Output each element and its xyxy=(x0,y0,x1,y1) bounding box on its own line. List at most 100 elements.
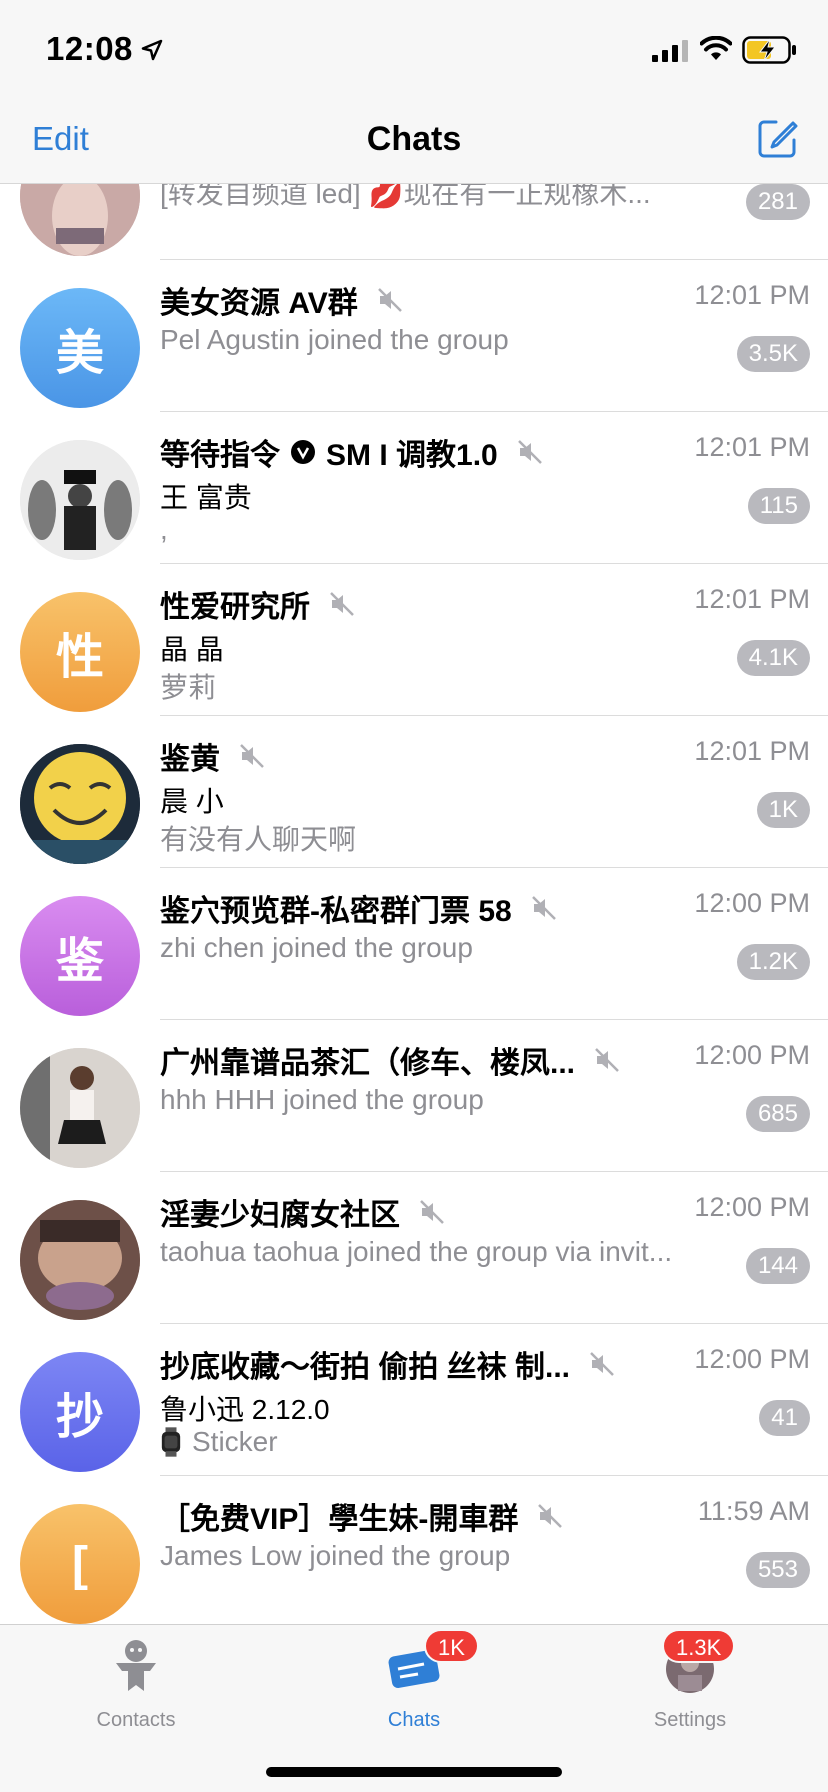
avatar-letter: 鉴 xyxy=(55,935,104,988)
chat-preview: hhh HHH joined the group xyxy=(160,1084,484,1115)
chat-title: 鉴穴预览群-私密群门票 58 xyxy=(160,886,558,930)
avatar xyxy=(20,744,140,864)
avatar: 鉴 xyxy=(20,896,140,1016)
tab-label: Contacts xyxy=(96,1709,176,1731)
tab-icon-wrap: 1K xyxy=(384,1629,479,1697)
avatar-photo-icon xyxy=(20,184,140,256)
status-time: 12:08 xyxy=(46,30,133,67)
unread-badge: 4.1K xyxy=(736,640,810,676)
avatar xyxy=(20,440,140,560)
chat-time: 12:00 PM xyxy=(694,1040,810,1070)
tab-icon-wrap: 1.3K xyxy=(660,1629,736,1697)
avatar-photo-icon xyxy=(20,1048,140,1168)
chat-time: 12:01 PM xyxy=(694,584,810,614)
chat-title: 等待指令 SM I 调教1.0 xyxy=(160,430,544,474)
unread-badge: 3.5K xyxy=(736,336,810,372)
chat-preview: [转发自频道 led] 💋现在有一正规橡木... xyxy=(160,184,651,209)
chat-preview: , xyxy=(160,514,168,545)
chat-row[interactable]: 鉴黄 12:01 PM 晨 小 有没有人聊天啊 1K xyxy=(0,716,828,868)
chat-sender: 鲁小迅 2.12.0 xyxy=(160,1394,330,1425)
home-indicator xyxy=(266,1767,562,1777)
avatar-photo-icon xyxy=(20,440,140,560)
chat-time: 12:00 PM xyxy=(694,1344,810,1374)
avatar-photo-icon xyxy=(20,1200,140,1320)
chat-preview: taohua taohua joined the group via invit… xyxy=(160,1236,673,1267)
chat-title: 性爱研究所 xyxy=(160,582,356,626)
avatar xyxy=(20,1200,140,1320)
chat-row[interactable]: 鉴 鉴穴预览群-私密群门票 58 12:00 PM zhi chen joine… xyxy=(0,868,828,1020)
chat-row[interactable]: [ ［免费VIP］學生妹-開車群 11:59 AM James Low join… xyxy=(0,1476,828,1624)
chat-row[interactable]: 美 美女资源 AV群 12:01 PM Pel Agustin joined t… xyxy=(0,260,828,412)
unread-badge: 1K xyxy=(756,792,810,828)
smiley-avatar-icon xyxy=(20,744,140,864)
chat-row[interactable]: 等待指令 SM I 调教1.0 12:01 PM 王 富贵 , 115 xyxy=(0,412,828,564)
chat-time: 12:00 PM xyxy=(694,888,810,918)
cellular-signal-icon xyxy=(652,40,688,62)
mute-icon xyxy=(538,1504,563,1528)
page-title: Chats xyxy=(366,120,462,158)
chat-sender: 晨 小 xyxy=(160,786,224,817)
avatar: 抄 xyxy=(20,1352,140,1472)
chat-title: ［免费VIP］學生妹-開車群 xyxy=(160,1494,564,1538)
tab-bar: Contacts 1K Chats 1.3K Settings xyxy=(0,1624,828,1792)
avatar: 美 xyxy=(20,288,140,408)
tab-contacts[interactable]: Contacts xyxy=(36,1637,236,1732)
tab-settings[interactable]: 1.3K Settings xyxy=(590,1629,790,1732)
chat-time: 12:01 PM xyxy=(694,280,810,310)
tab-chats[interactable]: 1K Chats xyxy=(314,1629,514,1732)
unread-badge: 41 xyxy=(759,1400,810,1436)
chat-row[interactable]: 抄 抄底收藏～街拍 偷拍 丝袜 制... 12:00 PM 鲁小迅 2.12.0… xyxy=(0,1324,828,1476)
chat-row[interactable]: gjkty65 [转发自频道 led] 💋现在有一正规橡木... 281 xyxy=(0,184,828,260)
chat-title: 抄底收藏～街拍 偷拍 丝袜 制... xyxy=(160,1342,616,1386)
avatar: 性 xyxy=(20,592,140,712)
avatar xyxy=(20,184,140,256)
avatar-letter: 性 xyxy=(55,631,104,684)
chat-row[interactable]: 性 性爱研究所 12:01 PM 晶 晶 萝莉 4.1K xyxy=(0,564,828,716)
unread-badge: 115 xyxy=(747,488,810,524)
chat-title: 美女资源 AV群 xyxy=(160,278,404,322)
tab-label: Chats xyxy=(387,1709,441,1731)
mute-icon xyxy=(420,1200,444,1224)
chat-title: 鉴黄 xyxy=(160,734,266,778)
avatar xyxy=(20,1048,140,1168)
mute-icon xyxy=(240,744,264,768)
chat-preview: 萝莉 xyxy=(160,672,217,703)
chat-sender: 王 富贵 xyxy=(160,482,252,513)
location-arrow-icon xyxy=(141,39,163,61)
avatar: [ xyxy=(20,1504,140,1624)
chat-row[interactable]: 广州靠谱品茶汇（修车、楼凤... 12:00 PM hhh HHH joined… xyxy=(0,1020,828,1172)
chat-time: 12:00 PM xyxy=(694,1192,810,1222)
mute-icon xyxy=(595,1048,619,1072)
chat-preview: zhi chen joined the group xyxy=(160,932,473,963)
wifi-icon xyxy=(700,36,732,60)
chat-time: 12:01 PM xyxy=(694,432,810,462)
chat-row[interactable]: 淫妻少妇腐女社区 12:00 PM taohua taohua joined t… xyxy=(0,1172,828,1324)
chat-list[interactable]: gjkty65 [转发自频道 led] 💋现在有一正规橡木... 281 美 美… xyxy=(0,184,828,1624)
chat-time: 12:01 PM xyxy=(694,736,810,766)
battery-charging-icon xyxy=(742,36,796,64)
compose-icon[interactable] xyxy=(756,116,800,160)
gingerbread-contacts-icon xyxy=(116,1640,156,1691)
unread-badge: 553 xyxy=(745,1552,810,1588)
avatar-letter: 抄 xyxy=(55,1391,104,1444)
chat-title: 广州靠谱品茶汇（修车、楼凤... xyxy=(160,1038,621,1082)
avatar-letter: [ xyxy=(72,1537,88,1591)
chat-sender: 晶 晶 xyxy=(160,634,224,665)
unread-badge: 281 xyxy=(745,184,810,220)
chat-time: 11:59 AM xyxy=(697,1496,810,1526)
mute-icon xyxy=(517,440,542,464)
chat-preview: Sticker xyxy=(160,1426,278,1458)
unread-badge: 1.2K xyxy=(736,944,810,980)
unread-badge: 144 xyxy=(745,1248,810,1284)
mute-icon xyxy=(590,1352,614,1376)
mute-icon xyxy=(377,288,402,312)
chat-preview: 有没有人聊天啊 xyxy=(160,824,357,855)
tab-badge: 1K xyxy=(424,1629,479,1663)
unread-badge: 685 xyxy=(745,1096,810,1132)
chat-title: 淫妻少妇腐女社区 xyxy=(160,1190,446,1234)
chat-preview: James Low joined the group xyxy=(160,1540,511,1571)
chat-preview: Pel Agustin joined the group xyxy=(160,324,509,355)
watch-sticker-icon xyxy=(161,1427,181,1457)
mute-icon xyxy=(531,896,556,920)
nav-bar: Edit Chats xyxy=(0,100,828,184)
